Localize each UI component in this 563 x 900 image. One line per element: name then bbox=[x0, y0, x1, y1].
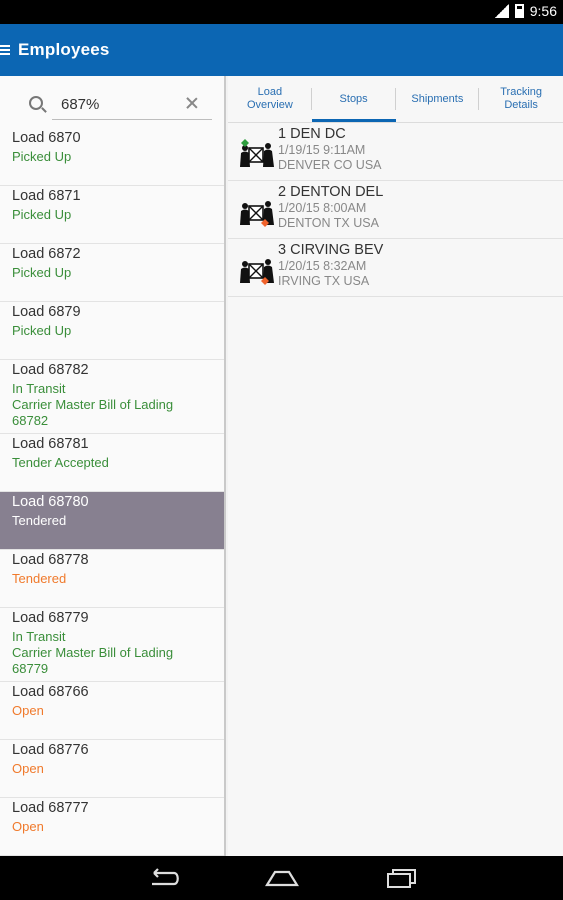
load-detail-pane: Load Overview Stops Shipments Tracking Deta… bbox=[228, 76, 563, 856]
load-list-item[interactable]: Load 6879 Picked Up bbox=[0, 302, 224, 360]
load-list-item[interactable]: Load 68778 Tendered bbox=[0, 550, 224, 608]
load-status: Picked Up bbox=[12, 149, 72, 164]
stop-location: DENVER CO USA bbox=[278, 158, 382, 172]
stop-name: 2 DENTON DEL bbox=[278, 184, 384, 200]
load-status: Tendered bbox=[12, 513, 67, 528]
stop-datetime: 1/19/15 9:11AM bbox=[278, 143, 366, 157]
tab-label: Load Overview bbox=[246, 86, 293, 111]
stop-row[interactable]: 2 DENTON DEL 1/20/15 8:00AM DENTON TX USA bbox=[228, 181, 563, 239]
load-title: Load 68778 bbox=[12, 552, 89, 568]
stop-text: 3 CIRVING BEV 1/20/15 8:32AM IRVING TX USA bbox=[278, 242, 383, 289]
search-icon bbox=[29, 96, 43, 110]
tab-tracking-details[interactable]: Tracking Details bbox=[479, 76, 563, 122]
stop-datetime: 1/20/15 8:00AM bbox=[278, 201, 367, 215]
tab-label: Tracking Details bbox=[500, 86, 543, 111]
stop-row[interactable]: 3 CIRVING BEV 1/20/15 8:32AM IRVING TX USA bbox=[228, 239, 563, 297]
load-title: Load 68766 bbox=[12, 684, 89, 700]
stop-text: 2 DENTON DEL 1/20/15 8:00AM DENTON TX USA bbox=[278, 184, 383, 231]
load-list-item[interactable]: Load 68777 Open bbox=[0, 798, 224, 856]
recents-icon[interactable] bbox=[385, 868, 419, 888]
load-list-item[interactable]: Load 68780 Tendered bbox=[0, 492, 224, 550]
load-list-item[interactable]: Load 6870 Picked Up bbox=[0, 128, 224, 186]
app-bar: Employees bbox=[0, 24, 563, 76]
menu-icon[interactable] bbox=[0, 44, 12, 56]
tab-shipments[interactable]: Shipments bbox=[396, 76, 480, 122]
load-title: Load 68777 bbox=[12, 800, 89, 816]
tab-stops[interactable]: Stops bbox=[311, 76, 396, 122]
stop-datetime: 1/20/15 8:32AM bbox=[278, 259, 367, 273]
app-title[interactable]: Employees bbox=[18, 40, 110, 60]
home-icon[interactable] bbox=[265, 868, 299, 888]
load-title: Load 6871 bbox=[12, 188, 81, 204]
load-title: Load 68780 bbox=[12, 494, 89, 510]
load-status: Picked Up bbox=[12, 265, 72, 280]
load-status: Open bbox=[12, 819, 44, 834]
load-detail-line: Carrier Master Bill of Lading bbox=[12, 397, 174, 412]
load-list-item[interactable]: Load 6871 Picked Up bbox=[0, 186, 224, 244]
back-icon[interactable] bbox=[146, 868, 180, 888]
load-title: Load 6870 bbox=[12, 130, 81, 146]
stop-text: 1 DEN DC 1/19/15 9:11AM DENVER CO USA bbox=[278, 126, 382, 173]
load-list-item[interactable]: Load 68781 Tender Accepted bbox=[0, 434, 224, 492]
load-status: In Transit bbox=[12, 629, 66, 644]
load-detail-line: Carrier Master Bill of Lading bbox=[12, 645, 174, 660]
stop-location: IRVING TX USA bbox=[278, 274, 370, 288]
load-title: Load 68782 bbox=[12, 362, 89, 378]
pickup-stop-icon bbox=[239, 137, 275, 169]
load-status: Open bbox=[12, 703, 44, 718]
load-title: Load 68776 bbox=[12, 742, 89, 758]
navigation-bar bbox=[0, 856, 563, 900]
load-list-item[interactable]: Load 68782 In Transit Carrier Master Bill … bbox=[0, 360, 224, 434]
load-status: Tender Accepted bbox=[12, 455, 109, 470]
tab-load-overview[interactable]: Load Overview bbox=[228, 76, 312, 122]
signal-icon bbox=[494, 4, 509, 18]
search-row bbox=[0, 76, 224, 128]
stop-name: 1 DEN DC bbox=[278, 126, 346, 142]
stop-location: DENTON TX USA bbox=[278, 216, 379, 230]
delivery-stop-icon bbox=[239, 195, 275, 227]
load-status: Picked Up bbox=[12, 323, 72, 338]
load-status: Open bbox=[12, 761, 44, 776]
load-list-pane: Load 6870Picked UpLoad 6871Picked UpLoad… bbox=[0, 76, 226, 856]
load-list-item[interactable]: Load 6872 Picked Up bbox=[0, 244, 224, 302]
stop-row[interactable]: 1 DEN DC 1/19/15 9:11AM DENVER CO USA bbox=[228, 123, 563, 181]
load-status: In Transit bbox=[12, 381, 66, 396]
load-title: Load 68781 bbox=[12, 436, 89, 452]
load-list-item[interactable]: Load 68776 Open bbox=[0, 740, 224, 798]
detail-tabs: Load Overview Stops Shipments Tracking Deta… bbox=[228, 76, 563, 123]
load-status: Tendered bbox=[12, 571, 67, 586]
close-icon[interactable] bbox=[186, 97, 198, 109]
load-detail-line: 68779 bbox=[12, 661, 49, 676]
load-list-item[interactable]: Load 68766 Open bbox=[0, 682, 224, 740]
load-list-item[interactable]: Load 68779 In Transit Carrier Master Bill … bbox=[0, 608, 224, 682]
status-time: 9:56 bbox=[529, 3, 557, 19]
stops-list: 1 DEN DC 1/19/15 9:11AM DENVER CO USA 2 DE… bbox=[228, 123, 563, 297]
load-title: Load 6879 bbox=[12, 304, 81, 320]
status-bar: 9:56 bbox=[0, 0, 563, 24]
delivery-stop-icon bbox=[239, 253, 275, 285]
load-title: Load 6872 bbox=[12, 246, 81, 262]
load-list: Load 6870 Picked Up Load 6871 Picked Up Load… bbox=[0, 128, 224, 856]
tab-label: Shipments bbox=[411, 92, 464, 105]
stop-name: 3 CIRVING BEV bbox=[278, 242, 384, 258]
load-title: Load 68779 bbox=[12, 610, 89, 626]
tab-label: Stops bbox=[339, 92, 368, 105]
load-status: Picked Up bbox=[12, 207, 72, 222]
load-detail-line: 68782 bbox=[12, 413, 49, 428]
battery-icon bbox=[514, 4, 524, 18]
